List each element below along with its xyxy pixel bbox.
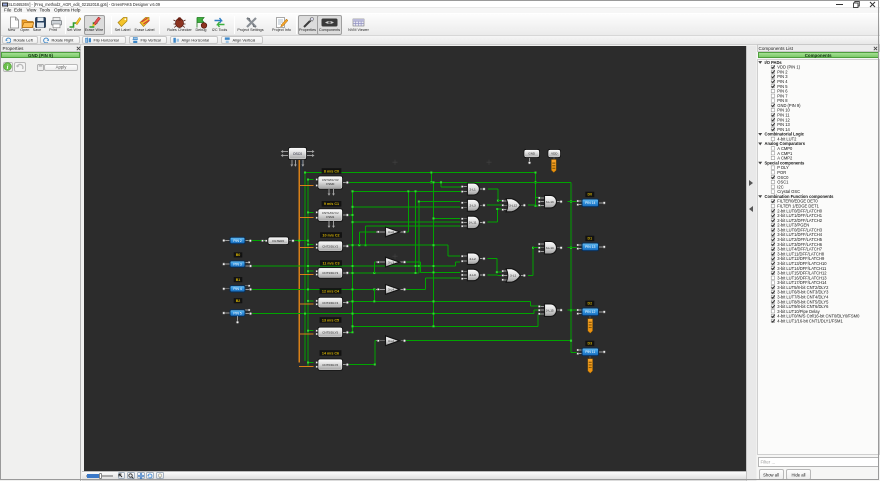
svg-text:3-L1: 3-L1 [509, 274, 515, 278]
svg-text:B1: B1 [235, 278, 240, 282]
svg-text:i: i [7, 64, 9, 71]
svg-text:PIN 5: PIN 5 [233, 311, 242, 315]
svg-text:3-L15: 3-L15 [545, 308, 553, 312]
svg-text:2-L3: 2-L3 [469, 203, 475, 207]
svg-text:CNT6/DLY6: CNT6/DLY6 [322, 363, 338, 367]
svg-text:3-L2: 3-L2 [387, 339, 393, 343]
svg-text:14 m/s C6: 14 m/s C6 [321, 351, 338, 355]
svg-text:GND: GND [528, 152, 536, 156]
svg-text:B2: B2 [235, 299, 240, 303]
svg-text:PIN 14: PIN 14 [585, 201, 595, 205]
svg-text:CNT5/DLY5: CNT5/DLY5 [322, 331, 338, 335]
svg-text:FILTER0: FILTER0 [272, 239, 284, 243]
svg-text:PIN 11: PIN 11 [585, 350, 595, 354]
svg-text:PIN 2: PIN 2 [233, 239, 242, 243]
svg-text:CNT3/DLY3: CNT3/DLY3 [322, 271, 338, 275]
svg-text:VDD: VDD [551, 152, 558, 156]
svg-text:3-L0: 3-L0 [387, 230, 393, 234]
svg-text:8 m/s C0: 8 m/s C0 [323, 169, 338, 173]
svg-text:OSC0: OSC0 [292, 152, 301, 156]
svg-text:3-L14: 3-L14 [545, 246, 553, 250]
svg-text:CNT4/DLY4: CNT4/DLY4 [322, 301, 338, 305]
svg-text:9 m/s C1: 9 m/s C1 [323, 202, 338, 206]
svg-text:D3: D3 [587, 341, 592, 345]
svg-text:FSM1: FSM1 [326, 215, 334, 219]
svg-text:CNT2/DLY2: CNT2/DLY2 [322, 244, 338, 248]
svg-text:PIN 4: PIN 4 [233, 287, 242, 291]
svg-text:D2: D2 [587, 301, 592, 305]
svg-text:B0: B0 [235, 253, 240, 257]
svg-text:3-L11: 3-L11 [468, 221, 476, 225]
svg-text:13 m/s C5: 13 m/s C5 [321, 318, 338, 322]
svg-text:2-L1: 2-L1 [469, 187, 475, 191]
svg-text:D0: D0 [587, 192, 592, 196]
svg-text:2-L2: 2-L2 [469, 257, 475, 261]
svg-text:FSM0: FSM0 [326, 182, 334, 186]
svg-text:PIN 3: PIN 3 [233, 262, 242, 266]
svg-text:3-L13: 3-L13 [545, 200, 553, 204]
svg-text:3-L4: 3-L4 [387, 288, 393, 292]
svg-text:PIN 12: PIN 12 [585, 310, 595, 314]
svg-text:D1: D1 [587, 236, 592, 240]
svg-text:10 m/s C2: 10 m/s C2 [322, 233, 339, 237]
svg-text:12 m/s C4: 12 m/s C4 [321, 289, 339, 293]
svg-text:2-L0: 2-L0 [469, 273, 475, 277]
svg-text:PIN 13: PIN 13 [585, 245, 595, 249]
svg-text:11 m/s C3: 11 m/s C3 [322, 261, 339, 265]
svg-text:3-L3: 3-L3 [387, 260, 393, 264]
svg-text:3-L12: 3-L12 [509, 203, 517, 207]
